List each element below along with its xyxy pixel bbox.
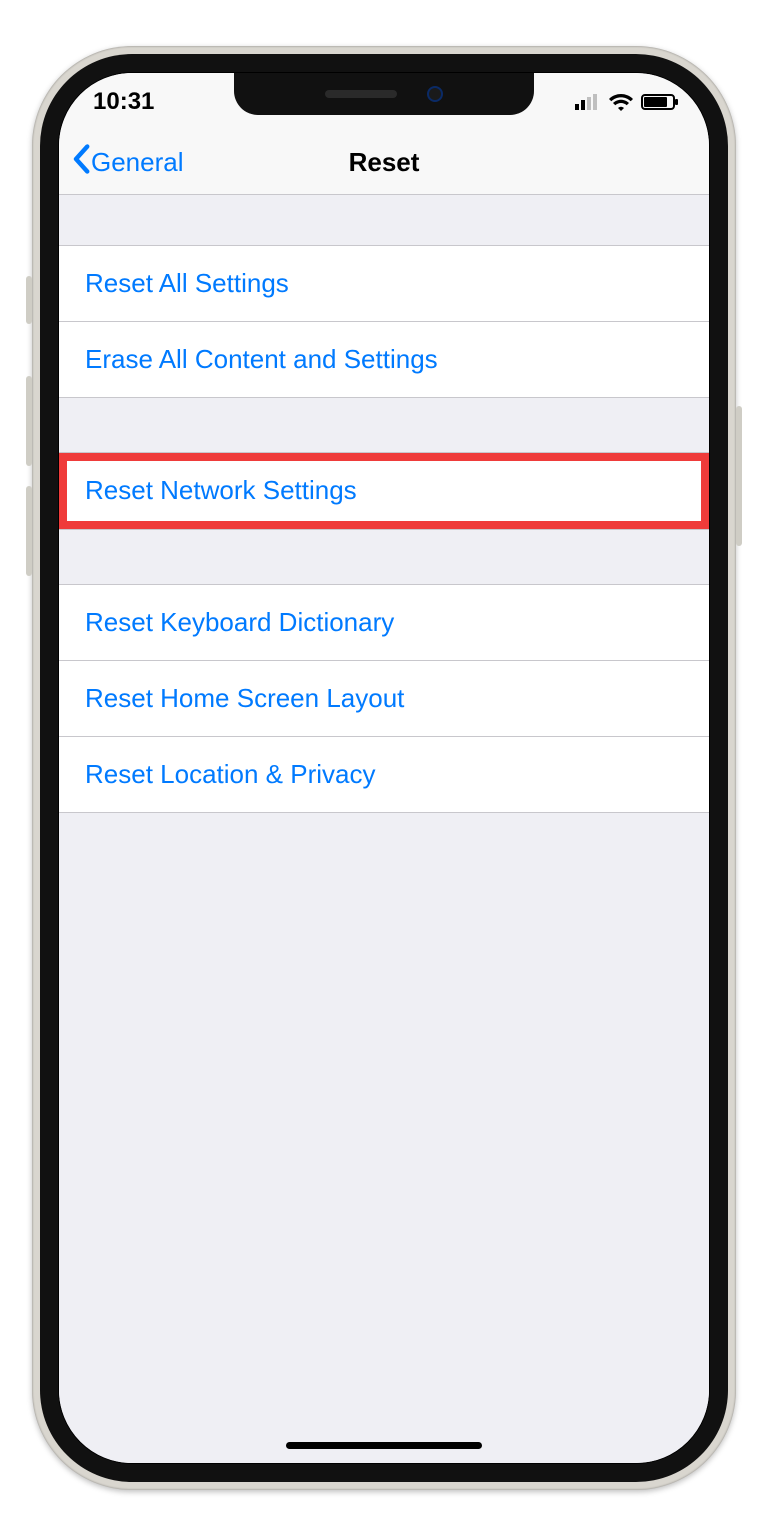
notch — [234, 73, 534, 115]
settings-content: Reset All Settings Erase All Content and… — [59, 195, 709, 1463]
row-erase-all-content[interactable]: Erase All Content and Settings — [59, 322, 709, 397]
back-button[interactable]: General — [71, 131, 184, 194]
mute-switch — [26, 276, 32, 324]
settings-group-1: Reset All Settings Erase All Content and… — [59, 245, 709, 398]
row-reset-network-settings[interactable]: Reset Network Settings — [59, 453, 709, 529]
screen: 10:31 — [58, 72, 710, 1464]
speaker — [325, 90, 397, 98]
row-reset-all-settings[interactable]: Reset All Settings — [59, 246, 709, 322]
cell-signal-icon — [575, 94, 601, 110]
wifi-icon — [609, 93, 633, 111]
settings-group-3: Reset Keyboard Dictionary Reset Home Scr… — [59, 584, 709, 813]
row-reset-home-screen-layout[interactable]: Reset Home Screen Layout — [59, 661, 709, 737]
chevron-left-icon — [71, 144, 91, 181]
home-indicator[interactable] — [286, 1442, 482, 1449]
status-time: 10:31 — [93, 88, 154, 116]
front-camera — [427, 86, 443, 102]
row-reset-keyboard-dictionary[interactable]: Reset Keyboard Dictionary — [59, 585, 709, 661]
phone-frame: 10:31 — [32, 46, 736, 1490]
volume-up-button — [26, 376, 32, 466]
nav-bar: General Reset — [59, 131, 709, 195]
battery-icon — [641, 94, 675, 110]
power-button — [736, 406, 742, 546]
back-label: General — [91, 147, 184, 178]
settings-group-2: Reset Network Settings — [59, 452, 709, 530]
volume-down-button — [26, 486, 32, 576]
nav-title: Reset — [349, 147, 420, 178]
row-reset-location-privacy[interactable]: Reset Location & Privacy — [59, 737, 709, 812]
